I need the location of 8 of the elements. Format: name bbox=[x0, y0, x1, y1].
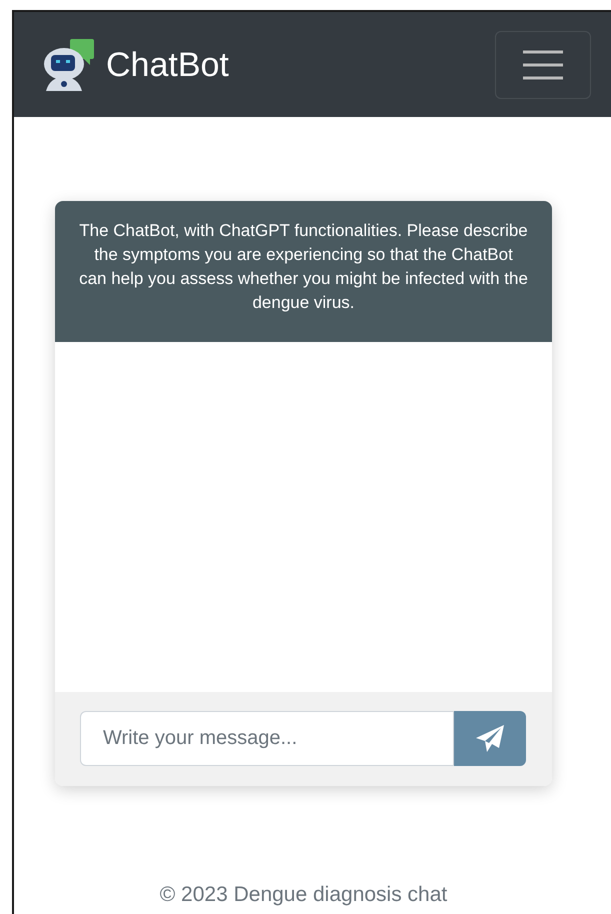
intro-text: The ChatBot, with ChatGPT functionalities. Please describe the symptoms you are experiencing so that the ChatBot can help you assess whether you might be infected with the dengue virus. bbox=[79, 220, 528, 314]
message-field[interactable]: Write your message... bbox=[80, 711, 454, 766]
menu-button[interactable] bbox=[495, 30, 591, 98]
send-button[interactable] bbox=[454, 711, 526, 766]
menu-icon bbox=[521, 48, 565, 80]
footer-text: © 2023 Dengue diagnosis chat bbox=[160, 882, 448, 908]
paper-plane-icon bbox=[475, 724, 505, 754]
brand-name[interactable]: ChatBot bbox=[106, 48, 229, 82]
